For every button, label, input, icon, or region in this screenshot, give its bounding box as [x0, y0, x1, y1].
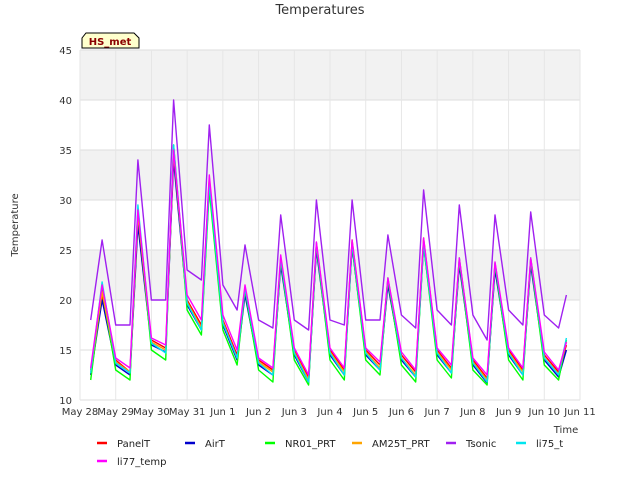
- legend-item-li77-temp: li77_temp: [97, 457, 166, 468]
- x-tick-label: Jun 7: [424, 407, 450, 418]
- x-tick-label: Jun 9: [495, 407, 521, 418]
- legend-item-panelt: PanelT: [97, 439, 151, 450]
- y-tick-label: 20: [59, 296, 72, 307]
- x-tick-label: Jun 4: [316, 407, 342, 418]
- legend-label: AirT: [205, 439, 226, 450]
- x-axis-ticks: May 28 May 29 May 30 May 31 Jun 1 Jun 2 Jun 3 J…: [62, 407, 596, 418]
- y-axis-label: Temperature: [10, 193, 21, 257]
- x-tick-label: Jun 10: [528, 407, 561, 418]
- legend-item-am25t-prt: AM25T_PRT: [352, 439, 431, 450]
- legend-item-li75-t: li75_t: [516, 439, 563, 450]
- legend: PanelT AirT NR01_PRT AM25T_PRT Tsonic li75_tl…: [97, 439, 563, 468]
- x-tick-label: May 31: [169, 407, 206, 418]
- x-tick-label: Jun 2: [245, 407, 271, 418]
- legend-label: li77_temp: [117, 457, 166, 468]
- y-tick-label: 25: [59, 246, 72, 257]
- x-tick-label: Jun 11: [563, 407, 596, 418]
- legend-label: li75_t: [536, 439, 563, 450]
- y-tick-label: 45: [59, 46, 72, 57]
- x-tick-label: Jun 1: [209, 407, 235, 418]
- legend-item-nr01-prt: NR01_PRT: [265, 439, 336, 450]
- x-tick-label: May 28: [62, 407, 99, 418]
- x-axis-label: Time: [553, 425, 578, 436]
- temperature-chart: Temperatures 1015202530354045 May 28 May …: [10, 3, 596, 468]
- y-tick-label: 35: [59, 146, 72, 157]
- x-tick-label: Jun 6: [388, 407, 414, 418]
- y-tick-label: 15: [59, 346, 72, 357]
- legend-item-tsonic: Tsonic: [446, 439, 496, 450]
- badge-label: HS_met: [89, 37, 132, 48]
- y-axis-ticks: 10 15 20 25 30 35 40 45: [59, 46, 72, 407]
- x-tick-label: Jun 8: [459, 407, 485, 418]
- legend-label: NR01_PRT: [285, 439, 336, 450]
- x-tick-label: May 29: [97, 407, 134, 418]
- x-tick-label: Jun 3: [281, 407, 307, 418]
- legend-label: Tsonic: [465, 439, 496, 450]
- x-tick-label: Jun 5: [352, 407, 378, 418]
- legend-label: PanelT: [117, 439, 151, 450]
- y-tick-label: 30: [59, 196, 72, 207]
- legend-item-airt: AirT: [185, 439, 226, 450]
- y-tick-label: 10: [59, 396, 72, 407]
- y-tick-label: 40: [59, 96, 72, 107]
- hs-met-badge: HS_met: [81, 32, 140, 49]
- x-tick-label: May 30: [133, 407, 170, 418]
- chart-title: Temperatures: [274, 3, 364, 18]
- legend-label: AM25T_PRT: [372, 439, 431, 450]
